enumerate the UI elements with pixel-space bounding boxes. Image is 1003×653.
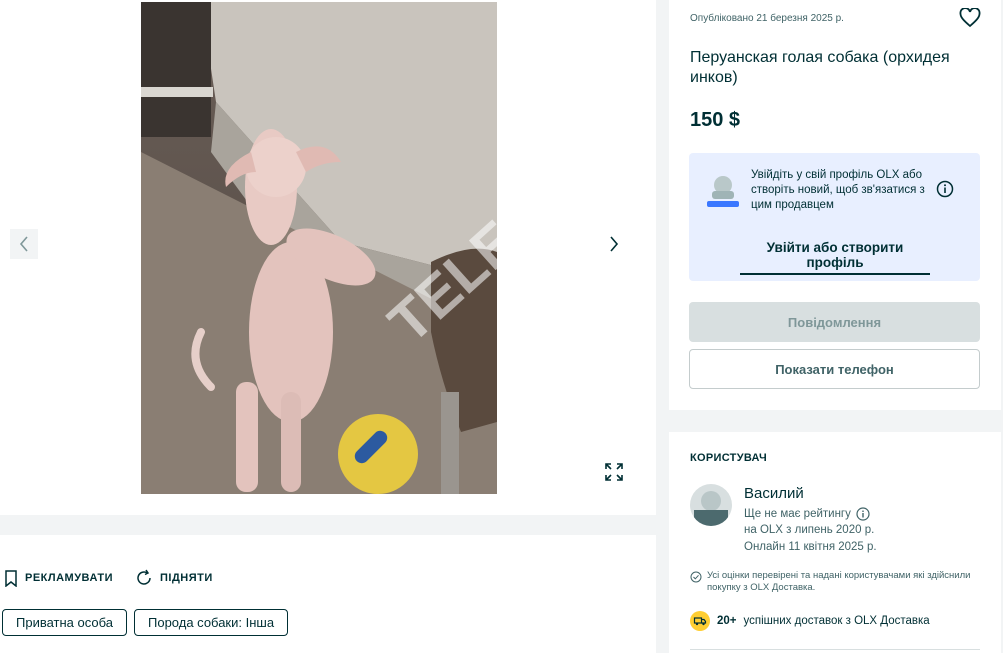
chevron-right-icon	[610, 236, 619, 252]
divider	[690, 649, 980, 650]
chevron-left-icon	[19, 236, 28, 252]
next-photo-button[interactable]	[600, 229, 628, 259]
tags-list: Приватна особа Порода собаки: Інша	[2, 609, 289, 636]
truck-icon	[690, 611, 710, 631]
tag-dog-breed[interactable]: Порода собаки: Інша	[134, 609, 289, 636]
deliveries-count: 20+	[717, 615, 737, 627]
verified-note: Усі оцінки перевірені та надані користув…	[690, 570, 980, 594]
photo-gallery: TELEGRAF	[0, 0, 656, 515]
deliveries-info: 20+ успішних доставок з OLX Доставка	[690, 611, 930, 631]
expand-icon	[605, 463, 623, 481]
ad-price: 150 $	[690, 109, 741, 131]
prev-photo-button[interactable]	[10, 229, 38, 259]
info-button[interactable]	[936, 180, 954, 203]
tag-seller-type[interactable]: Приватна особа	[2, 609, 127, 636]
listing-photo[interactable]: TELEGRAF	[141, 2, 497, 494]
bookmark-icon	[5, 569, 17, 587]
fullscreen-button[interactable]	[600, 458, 628, 486]
avatar[interactable]	[690, 484, 732, 526]
info-icon[interactable]	[856, 507, 870, 521]
info-icon	[936, 180, 954, 198]
ad-info-panel: Опубліковано 21 березня 2025 р. Перуанск…	[669, 0, 1001, 410]
login-prompt-text: Увійдіть у свій профіль OLX або створіть…	[751, 169, 925, 211]
refresh-icon	[137, 569, 151, 585]
dog-photo-image: TELEGRAF	[141, 2, 497, 494]
profile-illustration-icon	[707, 176, 739, 207]
ad-title: Перуанская голая собака (орхидея инков)	[690, 49, 950, 86]
heart-icon	[959, 7, 981, 28]
last-online: Онлайн 11 квітня 2025 р.	[744, 541, 877, 553]
login-prompt-box: Увійдіть у свій профіль OLX або створіть…	[689, 153, 980, 281]
login-link[interactable]: Увійти або створити профіль	[740, 240, 930, 275]
user-panel: КОРИСТУВАЧ Василий Ще не має рейтингу на…	[669, 432, 1001, 653]
raise-button[interactable]: ПІДНЯТИ	[135, 569, 213, 587]
user-rating-row: Ще не має рейтингу	[744, 507, 870, 521]
avatar-image	[690, 484, 732, 526]
deliveries-text: успішних доставок з OLX Доставка	[743, 615, 930, 627]
user-heading: КОРИСТУВАЧ	[690, 452, 767, 464]
listing-actions: РЕКЛАМУВАТИ ПІДНЯТИ	[4, 569, 213, 587]
check-circle-icon	[690, 571, 702, 583]
member-since: на OLX з липень 2020 р.	[744, 524, 875, 536]
promote-label: РЕКЛАМУВАТИ	[25, 572, 113, 584]
user-name[interactable]: Василий	[744, 485, 804, 502]
raise-label: ПІДНЯТИ	[159, 572, 213, 584]
promote-button[interactable]: РЕКЛАМУВАТИ	[4, 569, 113, 587]
show-phone-button[interactable]: Показати телефон	[689, 349, 980, 389]
favorite-button[interactable]	[959, 7, 981, 33]
user-rating: Ще не має рейтингу	[744, 508, 851, 520]
message-button[interactable]: Повідомлення	[689, 302, 980, 342]
verified-note-text: Усі оцінки перевірені та надані користув…	[707, 570, 971, 593]
published-date: Опубліковано 21 березня 2025 р.	[690, 13, 844, 24]
